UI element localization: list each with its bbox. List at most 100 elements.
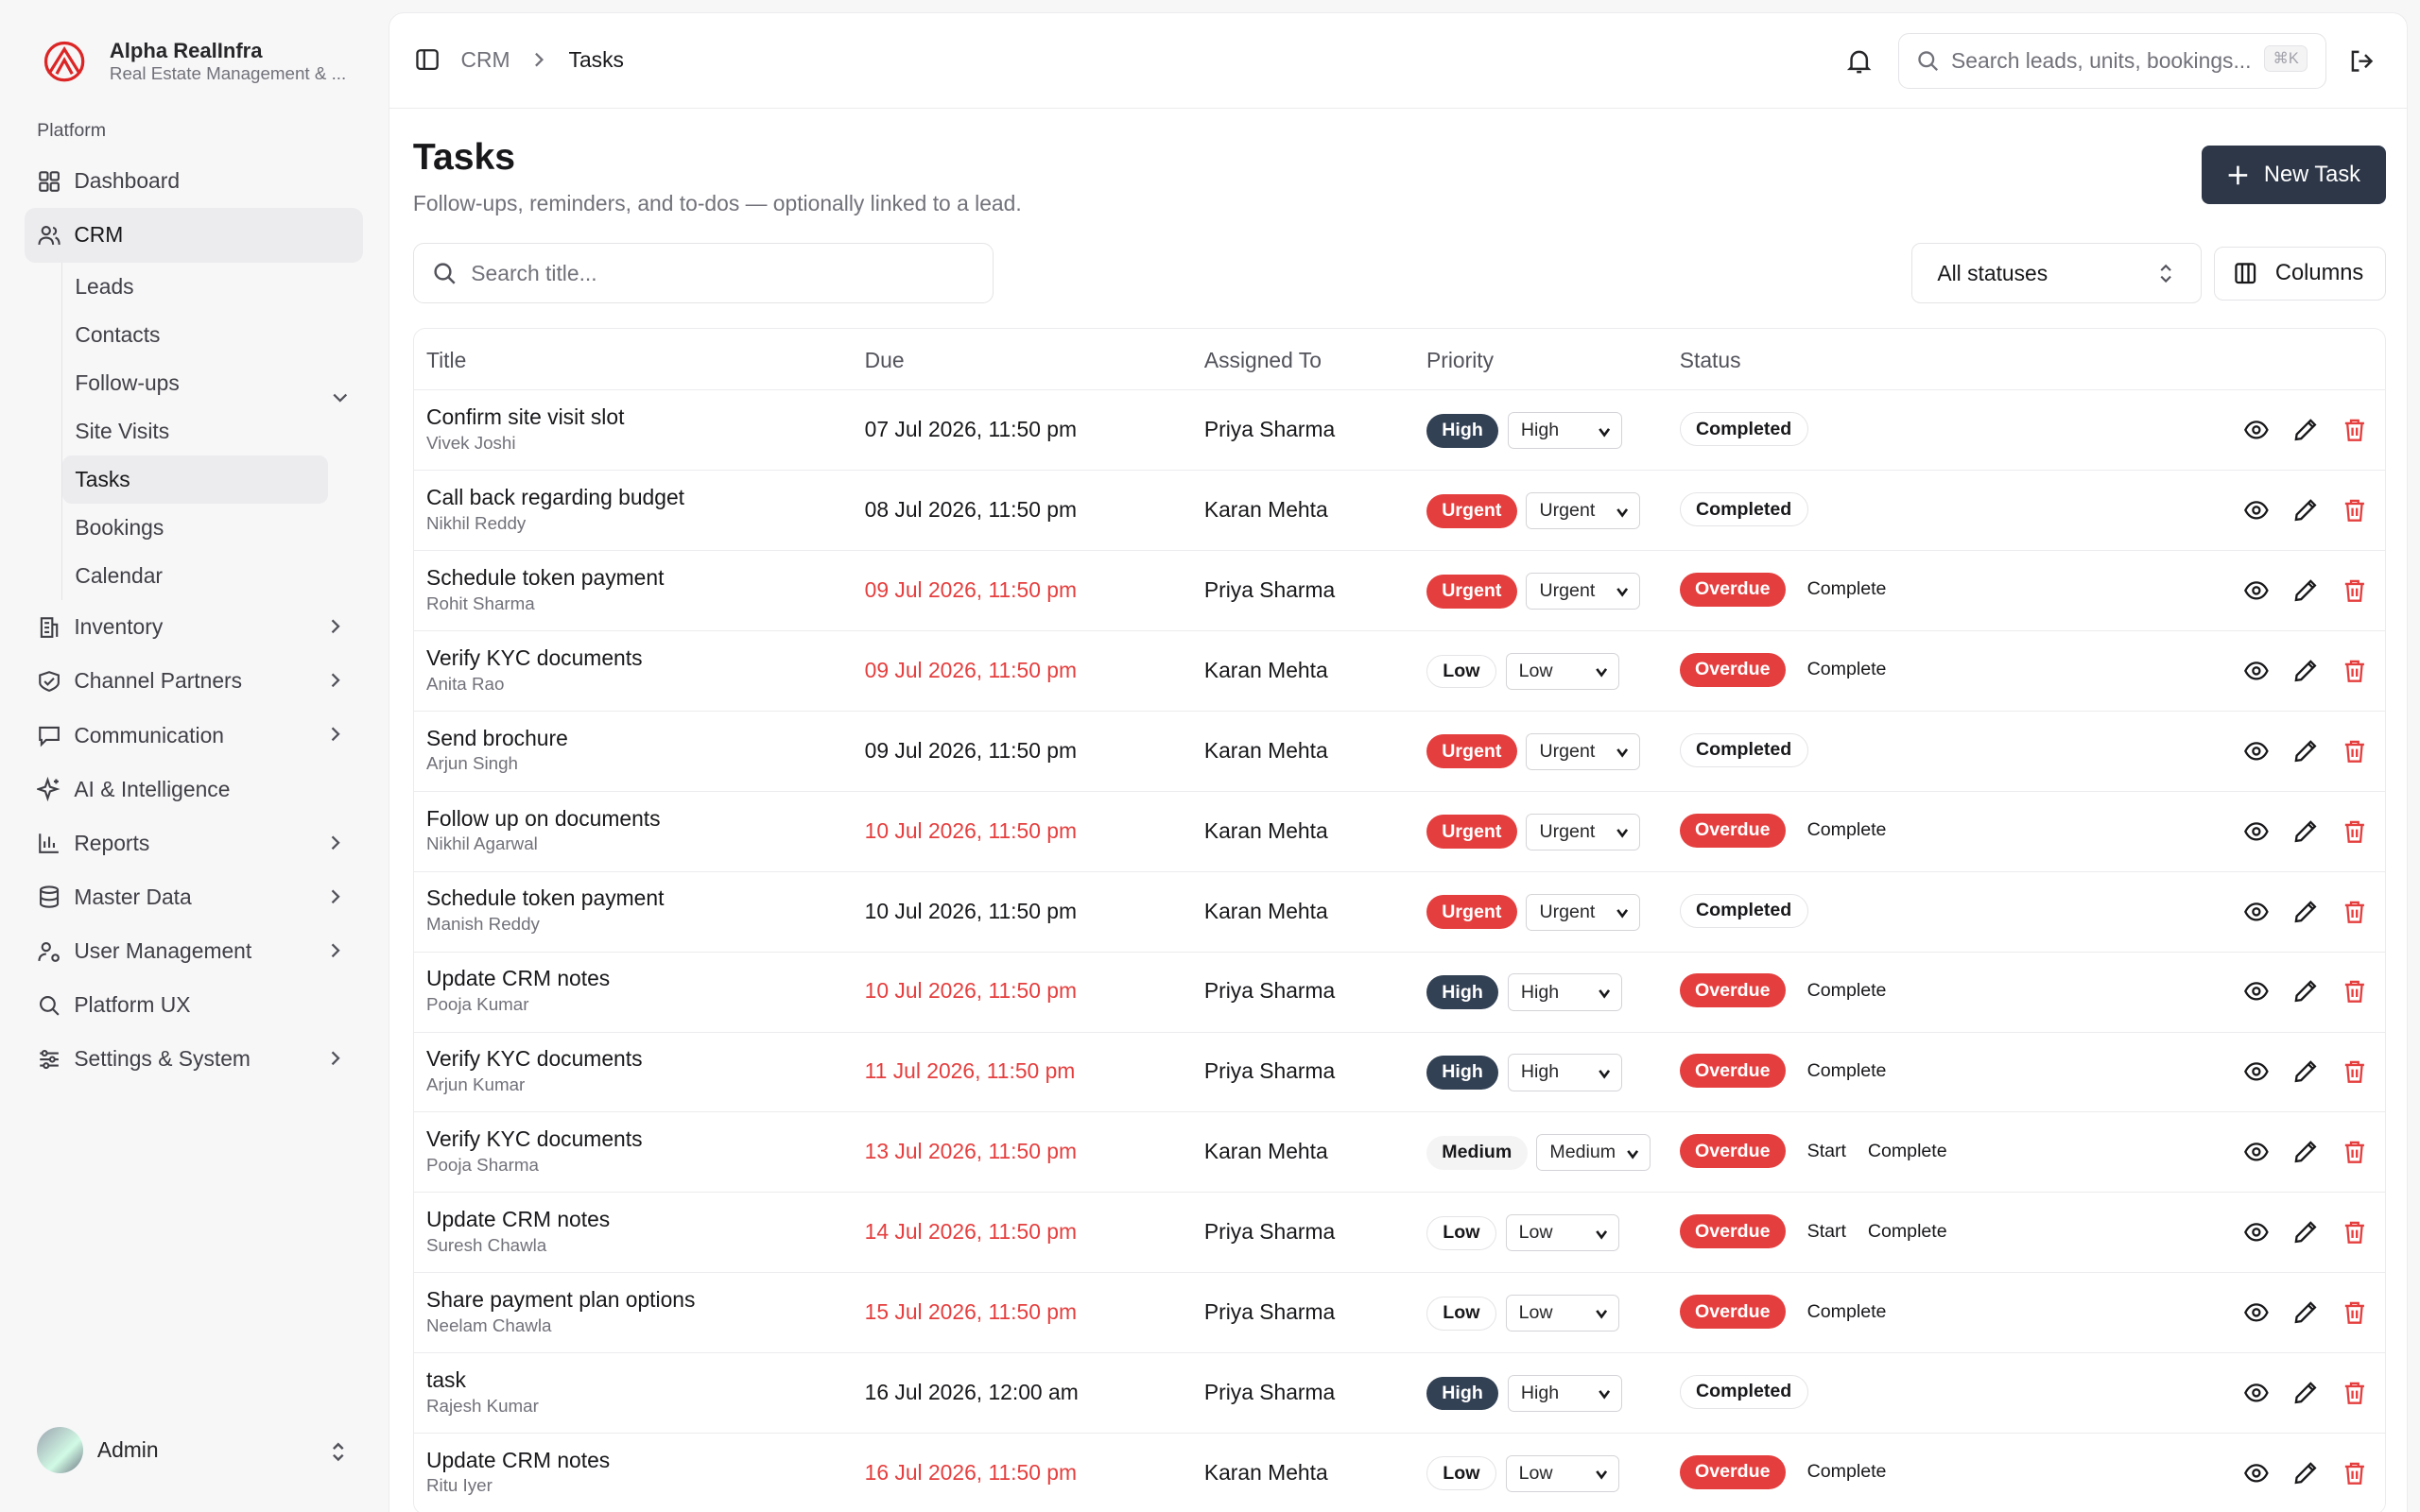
complete-action[interactable]: Complete	[1807, 819, 1887, 841]
header-priority[interactable]: Priority	[1426, 348, 1494, 373]
eye-icon[interactable]	[2243, 899, 2270, 925]
complete-action[interactable]: Complete	[1807, 980, 1887, 1002]
pencil-icon[interactable]	[2292, 818, 2319, 845]
sidebar-sub-bookings[interactable]: Bookings	[62, 504, 328, 552]
trash-icon[interactable]	[2342, 1219, 2368, 1246]
user-menu[interactable]: Admin	[37, 1427, 159, 1474]
global-search-input[interactable]: Search leads, units, bookings... ⌘K	[1897, 33, 2327, 90]
sidebar-sub-follow-ups[interactable]: Follow-ups	[62, 359, 328, 407]
header-title[interactable]: Title	[426, 348, 466, 373]
trash-icon[interactable]	[2342, 1460, 2368, 1486]
trash-icon[interactable]	[2342, 1139, 2368, 1165]
task-title-cell[interactable]: Verify KYC documents Arjun Kumar	[426, 1046, 643, 1097]
priority-select[interactable]: Urgent	[1526, 492, 1641, 530]
pencil-icon[interactable]	[2292, 417, 2319, 443]
trash-icon[interactable]	[2342, 818, 2368, 845]
status-filter-select[interactable]: All statuses	[1911, 243, 2203, 303]
priority-select[interactable]: Urgent	[1526, 573, 1641, 610]
eye-icon[interactable]	[2243, 1380, 2270, 1406]
priority-select[interactable]: High	[1507, 973, 1622, 1011]
eye-icon[interactable]	[2243, 1460, 2270, 1486]
trash-icon[interactable]	[2342, 1058, 2368, 1085]
task-title-cell[interactable]: Call back regarding budget Nikhil Reddy	[426, 485, 684, 536]
trash-icon[interactable]	[2342, 738, 2368, 765]
eye-icon[interactable]	[2243, 978, 2270, 1005]
eye-icon[interactable]	[2243, 1219, 2270, 1246]
pencil-icon[interactable]	[2292, 577, 2319, 604]
sidebar-sub-calendar[interactable]: Calendar	[62, 552, 328, 600]
eye-icon[interactable]	[2243, 417, 2270, 443]
bell-icon[interactable]	[1845, 47, 1873, 75]
start-action[interactable]: Start	[1807, 1141, 1846, 1162]
sidebar-sub-tasks[interactable]: Tasks	[62, 455, 329, 505]
trash-icon[interactable]	[2342, 1380, 2368, 1406]
sidebar-sub-contacts[interactable]: Contacts	[62, 311, 328, 359]
sidebar-item-master-data[interactable]: Master Data	[25, 870, 363, 924]
start-action[interactable]: Start	[1807, 1221, 1846, 1243]
header-assigned[interactable]: Assigned To	[1204, 348, 1322, 373]
eye-icon[interactable]	[2243, 818, 2270, 845]
title-search-input[interactable]: Search title...	[412, 243, 994, 303]
logout-icon[interactable]	[2348, 47, 2376, 75]
chevrons-up-down-icon[interactable]	[329, 1441, 348, 1463]
sidebar-sub-leads[interactable]: Leads	[62, 263, 328, 311]
task-title-cell[interactable]: Schedule token payment Rohit Sharma	[426, 565, 664, 616]
sidebar-item-reports[interactable]: Reports	[25, 816, 363, 870]
complete-action[interactable]: Complete	[1807, 1461, 1887, 1483]
priority-select[interactable]: Low	[1505, 1214, 1620, 1252]
pencil-icon[interactable]	[2292, 1139, 2319, 1165]
complete-action[interactable]: Complete	[1868, 1221, 1947, 1243]
eye-icon[interactable]	[2243, 497, 2270, 524]
breadcrumb-crm[interactable]: CRM	[461, 47, 510, 73]
pencil-icon[interactable]	[2292, 738, 2319, 765]
priority-select[interactable]: Low	[1505, 1295, 1620, 1332]
pencil-icon[interactable]	[2292, 1380, 2319, 1406]
trash-icon[interactable]	[2342, 1299, 2368, 1326]
brand[interactable]: Alpha RealInfra Real Estate Management &…	[40, 37, 346, 86]
priority-select[interactable]: Low	[1505, 652, 1620, 691]
columns-button[interactable]: Columns	[2214, 246, 2386, 301]
priority-select[interactable]: High	[1507, 1374, 1622, 1413]
trash-icon[interactable]	[2342, 577, 2368, 604]
task-title-cell[interactable]: Verify KYC documents Anita Rao	[426, 645, 643, 696]
eye-icon[interactable]	[2243, 1058, 2270, 1085]
complete-action[interactable]: Complete	[1868, 1141, 1947, 1162]
complete-action[interactable]: Complete	[1807, 578, 1887, 600]
chevron-down-icon[interactable]	[331, 388, 350, 407]
trash-icon[interactable]	[2342, 899, 2368, 925]
task-title-cell[interactable]: Send brochure Arjun Singh	[426, 726, 568, 777]
pencil-icon[interactable]	[2292, 1219, 2319, 1246]
pencil-icon[interactable]	[2292, 658, 2319, 684]
task-title-cell[interactable]: Update CRM notes Pooja Kumar	[426, 966, 610, 1017]
priority-select[interactable]: Low	[1505, 1454, 1620, 1492]
trash-icon[interactable]	[2342, 978, 2368, 1005]
sidebar-item-settings-system[interactable]: Settings & System	[25, 1032, 363, 1086]
complete-action[interactable]: Complete	[1807, 1060, 1887, 1082]
sidebar-item-dashboard[interactable]: Dashboard	[25, 154, 363, 208]
pencil-icon[interactable]	[2292, 978, 2319, 1005]
complete-action[interactable]: Complete	[1807, 659, 1887, 680]
task-title-cell[interactable]: task Rajesh Kumar	[426, 1367, 539, 1418]
task-title-cell[interactable]: Schedule token payment Manish Reddy	[426, 885, 664, 936]
header-status[interactable]: Status	[1680, 348, 1741, 373]
complete-action[interactable]: Complete	[1807, 1301, 1887, 1323]
sidebar-item-inventory[interactable]: Inventory	[25, 600, 363, 654]
pencil-icon[interactable]	[2292, 1460, 2319, 1486]
new-task-button[interactable]: New Task	[2202, 146, 2386, 205]
priority-select[interactable]: Medium	[1536, 1134, 1651, 1172]
priority-select[interactable]: High	[1507, 412, 1622, 450]
task-title-cell[interactable]: Follow up on documents Nikhil Agarwal	[426, 806, 661, 857]
pencil-icon[interactable]	[2292, 497, 2319, 524]
sidebar-sub-site-visits[interactable]: Site Visits	[62, 407, 328, 455]
pencil-icon[interactable]	[2292, 1299, 2319, 1326]
task-title-cell[interactable]: Share payment plan options Neelam Chawla	[426, 1287, 695, 1338]
eye-icon[interactable]	[2243, 577, 2270, 604]
task-title-cell[interactable]: Verify KYC documents Pooja Sharma	[426, 1126, 643, 1177]
priority-select[interactable]: Urgent	[1526, 813, 1641, 850]
header-due[interactable]: Due	[865, 348, 905, 373]
eye-icon[interactable]	[2243, 1139, 2270, 1165]
priority-select[interactable]: Urgent	[1526, 893, 1641, 931]
trash-icon[interactable]	[2342, 497, 2368, 524]
task-title-cell[interactable]: Confirm site visit slot Vivek Joshi	[426, 404, 624, 455]
pencil-icon[interactable]	[2292, 1058, 2319, 1085]
